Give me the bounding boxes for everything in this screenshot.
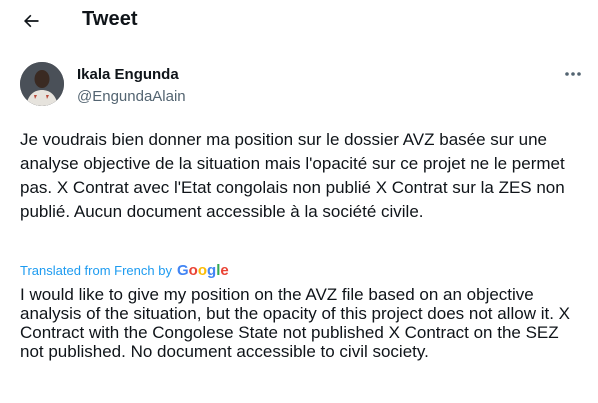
page-title: Tweet [82,8,138,30]
author-name[interactable]: Ikala Engunda [77,66,179,83]
top-bar: Tweet [0,0,598,42]
tweet-text: Je voudrais bien donner ma position sur … [20,130,565,221]
tweet-header: Ikala Engunda @EngundaAlain [20,62,588,112]
ellipsis-icon [565,72,581,76]
back-button[interactable] [14,6,48,36]
google-logo-icon: Google [177,262,229,278]
translated-from-label: Translated from French by [20,262,172,278]
avatar[interactable] [20,62,64,106]
translation-attribution[interactable]: Translated from French by Google [20,260,229,280]
more-options-button[interactable] [558,64,588,84]
translated-tweet-text: I would like to give my position on the … [20,285,570,361]
arrow-left-icon [24,14,39,28]
author-handle[interactable]: @EngundaAlain [77,88,186,105]
svg-text:Google: Google [177,262,229,278]
